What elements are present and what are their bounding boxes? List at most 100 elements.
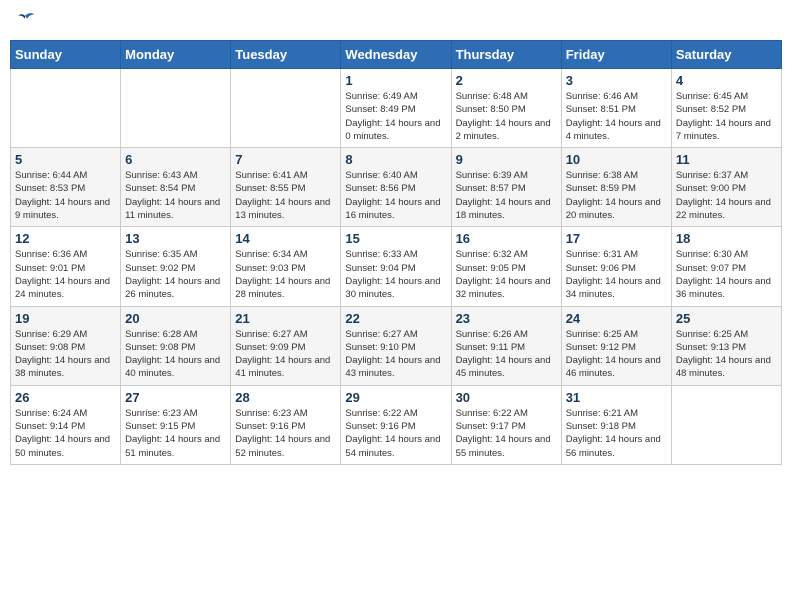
weekday-header-thursday: Thursday [451,41,561,69]
calendar-week-row: 12 Sunrise: 6:36 AM Sunset: 9:01 PM Dayli… [11,227,782,306]
page-header [10,10,782,32]
calendar-cell [11,69,121,148]
day-info: Sunrise: 6:29 AM Sunset: 9:08 PM Dayligh… [15,328,116,381]
day-number: 15 [345,231,446,246]
day-number: 21 [235,311,336,326]
day-number: 25 [676,311,777,326]
calendar-cell: 23Sunrise: 6:26 AM Sunset: 9:11 PM Dayli… [451,306,561,385]
day-number: 24 [566,311,667,326]
calendar-cell [231,69,341,148]
day-number: 12 [15,231,116,246]
calendar-cell: 12 Sunrise: 6:36 AM Sunset: 9:01 PM Dayli… [11,227,121,306]
day-info: Sunrise: 6:21 AM Sunset: 9:18 PM Dayligh… [566,407,667,460]
calendar-cell: 2 Sunrise: 6:48 AM Sunset: 8:50 PM Daylig… [451,69,561,148]
logo [14,10,40,32]
calendar-cell: 3 Sunrise: 6:46 AM Sunset: 8:51 PM Daylig… [561,69,671,148]
calendar-cell: 1Sunrise: 6:49 AM Sunset: 8:49 PM Daylig… [341,69,451,148]
day-info: Sunrise: 6:32 AM Sunset: 9:05 PM Dayligh… [456,248,557,301]
day-number: 31 [566,390,667,405]
day-number: 28 [235,390,336,405]
calendar-cell: 27 Sunrise: 6:23 AM Sunset: 9:15 PM Dayli… [121,385,231,464]
calendar-cell: 16 Sunrise: 6:32 AM Sunset: 9:05 PM Dayli… [451,227,561,306]
day-info: Sunrise: 6:28 AM Sunset: 9:08 PM Dayligh… [125,328,226,381]
weekday-header-sunday: Sunday [11,41,121,69]
day-info: Sunrise: 6:22 AM Sunset: 9:17 PM Dayligh… [456,407,557,460]
calendar-week-row: 26 Sunrise: 6:24 AM Sunset: 9:14 PM Dayli… [11,385,782,464]
calendar-week-row: 1Sunrise: 6:49 AM Sunset: 8:49 PM Daylig… [11,69,782,148]
day-info: Sunrise: 6:27 AM Sunset: 9:10 PM Dayligh… [345,328,446,381]
weekday-header-tuesday: Tuesday [231,41,341,69]
day-number: 13 [125,231,226,246]
day-info: Sunrise: 6:37 AM Sunset: 9:00 PM Dayligh… [676,169,777,222]
day-number: 5 [15,152,116,167]
calendar-week-row: 5 Sunrise: 6:44 AM Sunset: 8:53 PM Daylig… [11,148,782,227]
day-info: Sunrise: 6:40 AM Sunset: 8:56 PM Dayligh… [345,169,446,222]
calendar-cell: 24 Sunrise: 6:25 AM Sunset: 9:12 PM Dayli… [561,306,671,385]
day-number: 22 [345,311,446,326]
day-info: Sunrise: 6:33 AM Sunset: 9:04 PM Dayligh… [345,248,446,301]
day-info: Sunrise: 6:39 AM Sunset: 8:57 PM Dayligh… [456,169,557,222]
calendar-table: SundayMondayTuesdayWednesdayThursdayFrid… [10,40,782,465]
weekday-header-monday: Monday [121,41,231,69]
day-number: 16 [456,231,557,246]
day-info: Sunrise: 6:26 AM Sunset: 9:11 PM Dayligh… [456,328,557,381]
calendar-cell: 11Sunrise: 6:37 AM Sunset: 9:00 PM Dayli… [671,148,781,227]
calendar-cell: 22 Sunrise: 6:27 AM Sunset: 9:10 PM Dayli… [341,306,451,385]
day-info: Sunrise: 6:23 AM Sunset: 9:15 PM Dayligh… [125,407,226,460]
day-number: 2 [456,73,557,88]
calendar-cell: 6Sunrise: 6:43 AM Sunset: 8:54 PM Daylig… [121,148,231,227]
day-info: Sunrise: 6:24 AM Sunset: 9:14 PM Dayligh… [15,407,116,460]
calendar-cell: 18 Sunrise: 6:30 AM Sunset: 9:07 PM Dayli… [671,227,781,306]
day-number: 4 [676,73,777,88]
day-info: Sunrise: 6:45 AM Sunset: 8:52 PM Dayligh… [676,90,777,143]
calendar-cell: 10 Sunrise: 6:38 AM Sunset: 8:59 PM Dayli… [561,148,671,227]
day-number: 30 [456,390,557,405]
day-number: 19 [15,311,116,326]
day-number: 7 [235,152,336,167]
calendar-cell: 26 Sunrise: 6:24 AM Sunset: 9:14 PM Dayli… [11,385,121,464]
calendar-week-row: 19 Sunrise: 6:29 AM Sunset: 9:08 PM Dayli… [11,306,782,385]
day-info: Sunrise: 6:38 AM Sunset: 8:59 PM Dayligh… [566,169,667,222]
day-info: Sunrise: 6:23 AM Sunset: 9:16 PM Dayligh… [235,407,336,460]
weekday-header-wednesday: Wednesday [341,41,451,69]
day-number: 9 [456,152,557,167]
day-number: 26 [15,390,116,405]
weekday-header-saturday: Saturday [671,41,781,69]
day-info: Sunrise: 6:30 AM Sunset: 9:07 PM Dayligh… [676,248,777,301]
calendar-cell: 7Sunrise: 6:41 AM Sunset: 8:55 PM Daylig… [231,148,341,227]
weekday-header-friday: Friday [561,41,671,69]
calendar-cell: 4 Sunrise: 6:45 AM Sunset: 8:52 PM Daylig… [671,69,781,148]
calendar-cell [121,69,231,148]
day-number: 10 [566,152,667,167]
day-info: Sunrise: 6:22 AM Sunset: 9:16 PM Dayligh… [345,407,446,460]
calendar-cell: 20 Sunrise: 6:28 AM Sunset: 9:08 PM Dayli… [121,306,231,385]
calendar-cell: 21Sunrise: 6:27 AM Sunset: 9:09 PM Dayli… [231,306,341,385]
day-info: Sunrise: 6:44 AM Sunset: 8:53 PM Dayligh… [15,169,116,222]
calendar-cell: 5 Sunrise: 6:44 AM Sunset: 8:53 PM Daylig… [11,148,121,227]
day-info: Sunrise: 6:31 AM Sunset: 9:06 PM Dayligh… [566,248,667,301]
logo-icon [14,10,36,32]
day-info: Sunrise: 6:48 AM Sunset: 8:50 PM Dayligh… [456,90,557,143]
calendar-cell: 19 Sunrise: 6:29 AM Sunset: 9:08 PM Dayli… [11,306,121,385]
day-number: 14 [235,231,336,246]
day-number: 20 [125,311,226,326]
calendar-cell: 17 Sunrise: 6:31 AM Sunset: 9:06 PM Dayli… [561,227,671,306]
day-number: 1 [345,73,446,88]
calendar-cell: 29 Sunrise: 6:22 AM Sunset: 9:16 PM Dayli… [341,385,451,464]
day-info: Sunrise: 6:36 AM Sunset: 9:01 PM Dayligh… [15,248,116,301]
day-number: 29 [345,390,446,405]
calendar-cell: 25Sunrise: 6:25 AM Sunset: 9:13 PM Dayli… [671,306,781,385]
day-number: 3 [566,73,667,88]
day-number: 18 [676,231,777,246]
day-info: Sunrise: 6:46 AM Sunset: 8:51 PM Dayligh… [566,90,667,143]
day-number: 6 [125,152,226,167]
calendar-cell: 13Sunrise: 6:35 AM Sunset: 9:02 PM Dayli… [121,227,231,306]
calendar-cell: 9 Sunrise: 6:39 AM Sunset: 8:57 PM Daylig… [451,148,561,227]
calendar-cell: 30 Sunrise: 6:22 AM Sunset: 9:17 PM Dayli… [451,385,561,464]
calendar-cell [671,385,781,464]
day-info: Sunrise: 6:34 AM Sunset: 9:03 PM Dayligh… [235,248,336,301]
calendar-cell: 8Sunrise: 6:40 AM Sunset: 8:56 PM Daylig… [341,148,451,227]
day-info: Sunrise: 6:25 AM Sunset: 9:12 PM Dayligh… [566,328,667,381]
day-number: 17 [566,231,667,246]
day-number: 27 [125,390,226,405]
